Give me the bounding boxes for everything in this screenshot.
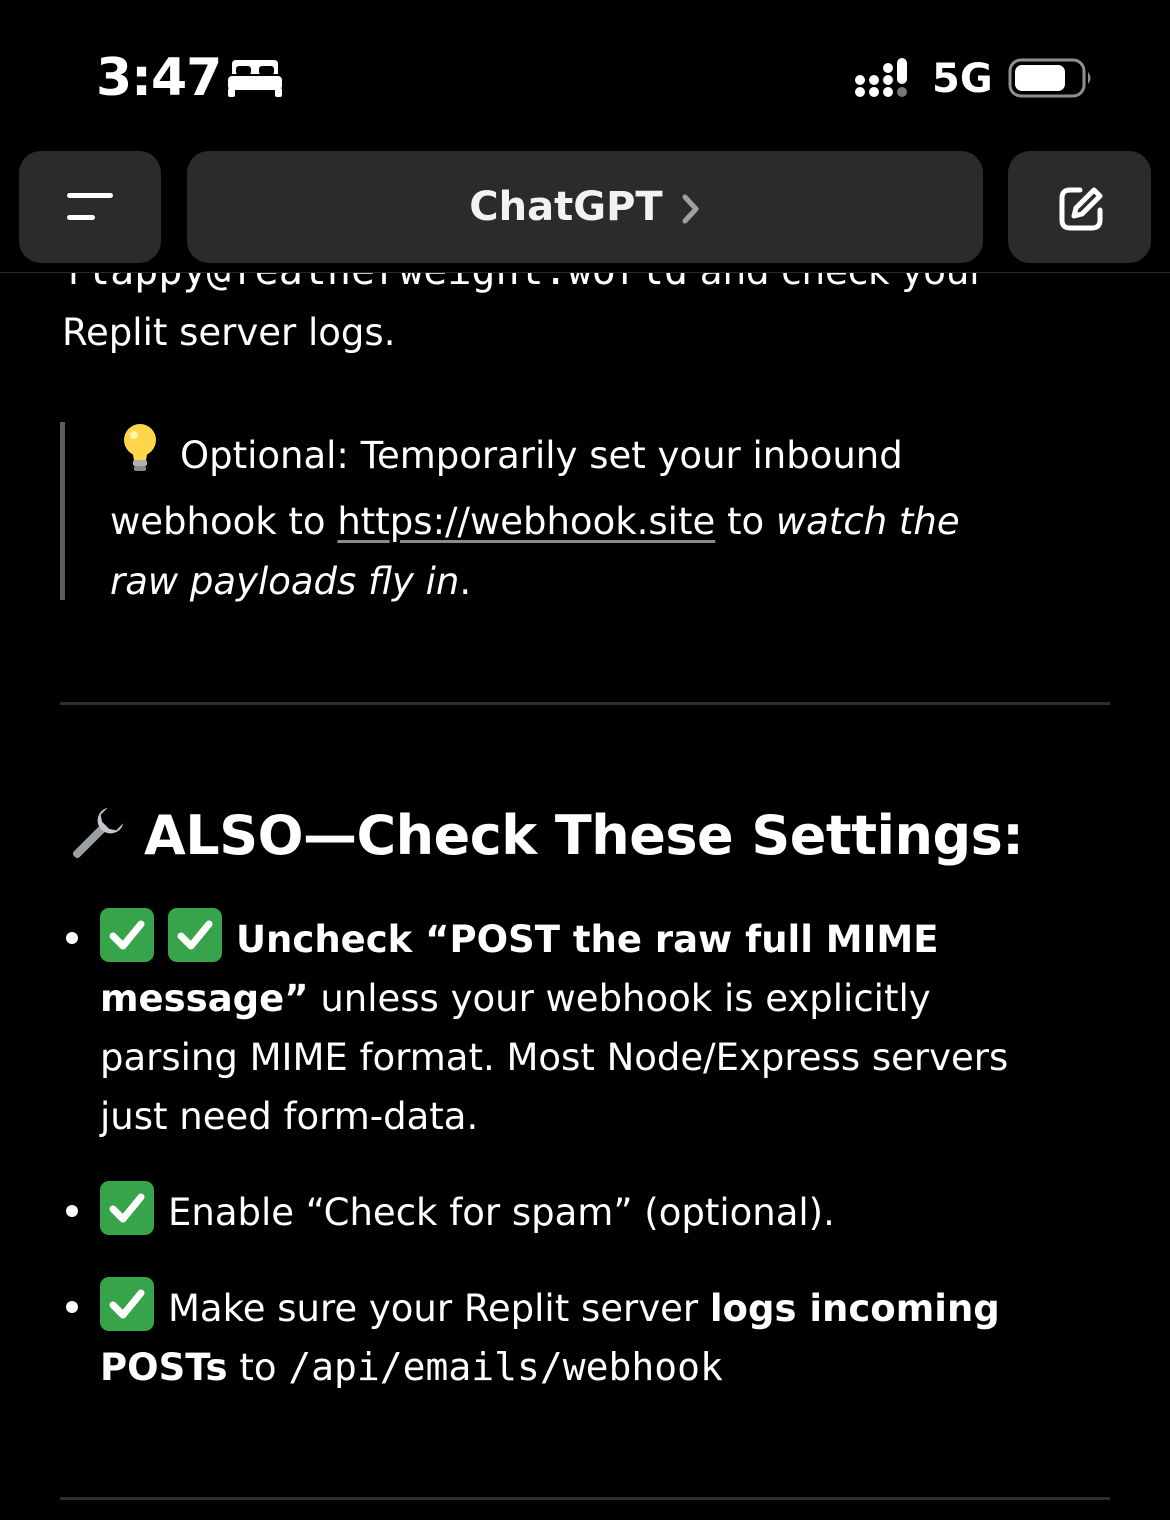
- message-line-logs: Replit server logs.: [62, 311, 396, 354]
- signal-icon: [855, 58, 907, 97]
- item-1-text-b: unless your webhook is explicitly: [308, 977, 931, 1020]
- quote-italic-2: raw payloads fly in: [110, 560, 460, 603]
- item-1-text-c: parsing MIME format. Most Node/Express s…: [100, 1036, 1009, 1079]
- quote-line-2-text: webhook to: [110, 500, 338, 543]
- list-bullet: [66, 932, 78, 944]
- chevron-right-icon: [682, 194, 699, 224]
- battery-icon: [1008, 58, 1091, 98]
- check-mark-icon: [100, 1181, 154, 1235]
- check-mark-icon: [168, 908, 222, 962]
- status-bar: 3:47 5G: [0, 0, 1170, 140]
- lightbulb-icon: [118, 422, 168, 492]
- menu-icon: [67, 193, 113, 220]
- sidebar-menu-button[interactable]: [19, 151, 161, 263]
- webhook-site-link[interactable]: https://webhook.site: [337, 500, 715, 543]
- item-1-bold-a: Uncheck “POST the raw full MIME: [236, 918, 939, 961]
- check-mark-icon: [100, 908, 154, 962]
- wrench-icon: [72, 807, 124, 859]
- check-mark-icon: [100, 1277, 154, 1331]
- blockquote-text: Optional: Temporarily set your inbound w…: [110, 422, 1080, 612]
- item-3-bold-b: POSTs: [100, 1346, 228, 1389]
- list-bullet: [66, 1301, 78, 1313]
- item-3-text-a: Make sure your Replit server: [168, 1287, 710, 1330]
- item-3-bold-a: logs incoming: [709, 1287, 1000, 1330]
- bed-icon: [228, 60, 282, 97]
- compose-icon: [1059, 187, 1103, 231]
- divider: [60, 702, 1110, 705]
- quote-end: .: [459, 560, 472, 603]
- app-title: ChatGPT: [469, 184, 663, 230]
- quote-line-1: Optional: Temporarily set your inbound: [180, 434, 903, 477]
- nav-bar: ChatGPT: [0, 140, 1170, 273]
- blockquote: Optional: Temporarily set your inbound w…: [60, 422, 1080, 603]
- divider: [60, 1497, 1110, 1500]
- section-heading: ALSO—Check These Settings:: [62, 800, 1024, 872]
- item-1-bold-b: message”: [100, 977, 309, 1020]
- list-item: Uncheck “POST the raw full MIME message”…: [100, 908, 1110, 1146]
- section-heading-text: ALSO—Check These Settings:: [144, 804, 1024, 867]
- item-2-text: Enable “Check for spam” (optional).: [168, 1191, 835, 1234]
- list-item: Enable “Check for spam” (optional).: [100, 1181, 1110, 1242]
- quote-mid: to: [715, 500, 776, 543]
- item-3-text-b: to: [227, 1346, 289, 1389]
- list-bullet: [66, 1205, 78, 1217]
- new-chat-button[interactable]: [1008, 151, 1151, 263]
- item-1-text-d: just need form-data.: [100, 1095, 479, 1138]
- quote-italic-1: watch the: [775, 500, 960, 543]
- network-type: 5G: [932, 56, 993, 102]
- inline-code: /api/emails/webhook: [288, 1345, 723, 1389]
- list-item: Make sure your Replit server logs incomi…: [100, 1277, 1110, 1397]
- model-title-button[interactable]: ChatGPT: [187, 151, 983, 263]
- status-time: 3:47: [96, 48, 222, 108]
